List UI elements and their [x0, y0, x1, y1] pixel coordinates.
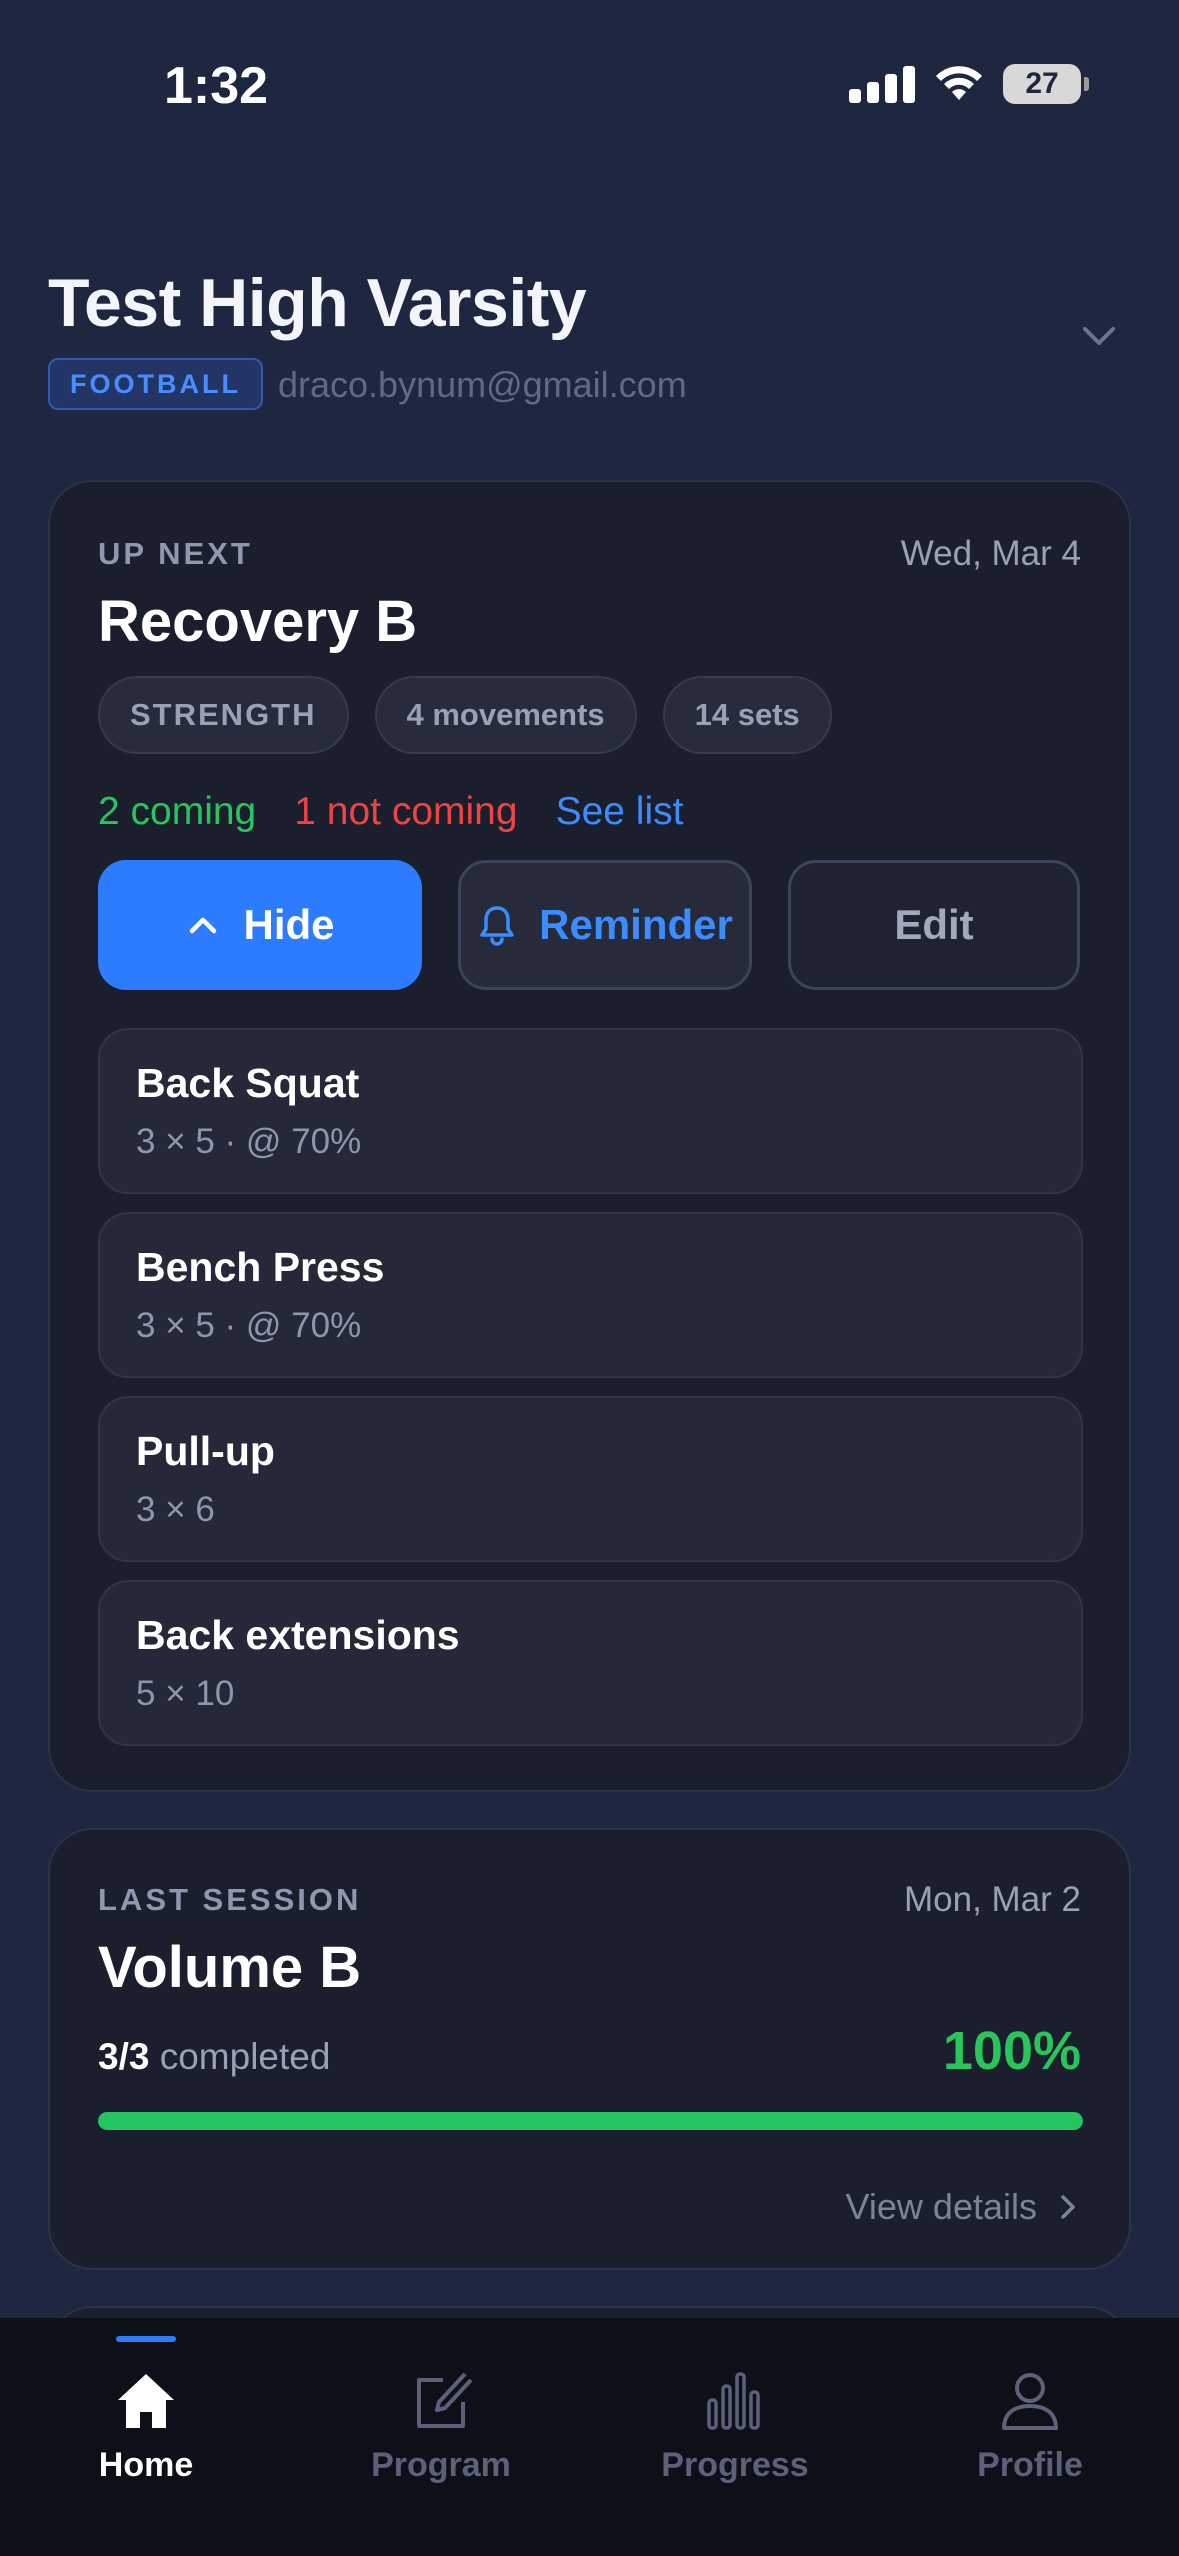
edit-button-label: Edit [894, 901, 974, 948]
hide-button-label: Hide [243, 901, 335, 948]
workout-actions: Hide Reminder Edit [98, 860, 1080, 990]
team-name[interactable]: Test High Varsity [48, 264, 587, 342]
battery-level: 27 [1025, 67, 1059, 100]
sport-badge-label: FOOTBALL [70, 368, 241, 399]
tab-profile-label: Profile [977, 2446, 1083, 2484]
status-icons: 27 [849, 64, 1089, 104]
movement-prescription: 5 × 10 [136, 1674, 235, 1713]
sets-count-chip: 14 sets [662, 676, 832, 754]
movement-item[interactable]: Back extensions 5 × 10 [98, 1580, 1083, 1746]
hide-button[interactable]: Hide [98, 860, 422, 990]
movement-prescription: 3 × 6 [136, 1490, 215, 1529]
movement-prescription: 3 × 5 · @ 70% [136, 1122, 362, 1161]
last-session-date: Mon, Mar 2 [904, 1880, 1081, 1919]
attendance-row: 2 coming 1 not coming See list [98, 790, 683, 834]
view-details-link[interactable]: View details [846, 2186, 1081, 2228]
movement-item[interactable]: Pull-up 3 × 6 [98, 1396, 1083, 1562]
completed-count: 3/3 [98, 2036, 150, 2077]
active-tab-indicator [116, 2336, 176, 2342]
team-switcher-chevron-down-icon[interactable] [1077, 314, 1121, 358]
completion-progress-bar [98, 2112, 1083, 2130]
tab-profile[interactable]: Profile [910, 2318, 1150, 2518]
see-list-link[interactable]: See list [556, 790, 684, 834]
movement-name: Back extensions [136, 1612, 460, 1658]
bell-icon [480, 906, 514, 946]
edit-button[interactable]: Edit [788, 860, 1080, 990]
movements-count-chip: 4 movements [374, 676, 637, 754]
completed-label: completed [159, 2036, 331, 2077]
cellular-signal-icon [849, 65, 915, 103]
up-next-eyebrow: UP NEXT [98, 536, 253, 571]
wifi-icon [936, 66, 982, 100]
not-coming-count: 1 not coming [294, 790, 518, 833]
movement-prescription: 3 × 5 · @ 70% [136, 1306, 362, 1345]
battery-icon: 27 [1003, 64, 1089, 104]
view-details-label: View details [845, 2186, 1037, 2227]
movement-name: Back Squat [136, 1060, 360, 1106]
chevron-right-icon [1061, 2195, 1075, 2219]
workout-chips: STRENGTH 4 movements 14 sets [98, 676, 832, 754]
tab-progress-label: Progress [661, 2446, 809, 2484]
up-next-date: Wed, Mar 4 [900, 534, 1081, 573]
home-icon [118, 2374, 174, 2428]
movement-item[interactable]: Back Squat 3 × 5 · @ 70% [98, 1028, 1083, 1194]
last-session-title: Volume B [98, 1935, 362, 2000]
up-next-card: UP NEXT Wed, Mar 4 Recovery B STRENGTH 4… [48, 480, 1131, 1792]
tab-home[interactable]: Home [26, 2318, 266, 2518]
movement-item[interactable]: Bench Press 3 × 5 · @ 70% [98, 1212, 1083, 1378]
bar-chart-icon [707, 2372, 760, 2430]
coming-count: 2 coming [98, 790, 257, 833]
completion-percent: 100% [942, 2021, 1081, 2081]
movement-list: Back Squat 3 × 5 · @ 70% Bench Press 3 ×… [98, 1028, 1083, 1764]
home-screen: 1:32 27 Test High Varsity FOOTBALL draco… [0, 0, 1179, 2556]
edit-icon [417, 2372, 473, 2428]
user-email: draco.bynum@gmail.com [278, 364, 687, 405]
reminder-button[interactable]: Reminder [458, 860, 752, 990]
completed-summary: 3/3 completed [98, 2036, 330, 2078]
workout-title: Recovery B [98, 589, 418, 654]
reminder-button-label: Reminder [539, 901, 733, 948]
movement-name: Pull-up [136, 1428, 275, 1474]
sport-badge: FOOTBALL [48, 358, 263, 410]
tab-progress[interactable]: Progress [615, 2318, 855, 2518]
bottom-tab-bar: Home Program Progress Profile [0, 2318, 1179, 2556]
tab-program-label: Program [371, 2446, 511, 2484]
workout-type-chip: STRENGTH [98, 676, 349, 754]
tab-program[interactable]: Program [321, 2318, 561, 2518]
completion-progress-fill [98, 2112, 1083, 2130]
movement-name: Bench Press [136, 1244, 385, 1290]
chevron-up-icon [190, 917, 217, 934]
last-session-eyebrow: LAST SESSION [98, 1882, 362, 1917]
tab-home-label: Home [98, 2446, 194, 2484]
status-time: 1:32 [164, 57, 269, 115]
last-session-card[interactable]: LAST SESSION Mon, Mar 2 Volume B 3/3 com… [48, 1828, 1131, 2270]
user-icon [1002, 2373, 1058, 2430]
